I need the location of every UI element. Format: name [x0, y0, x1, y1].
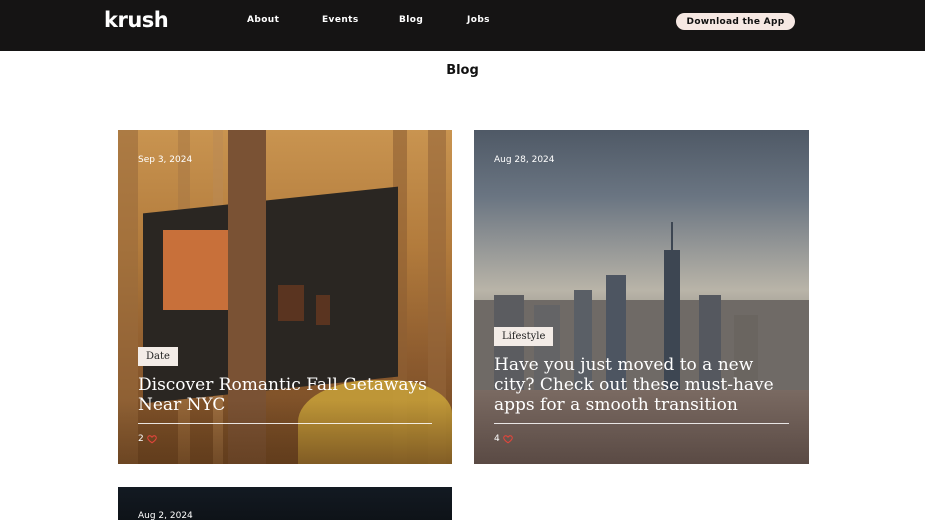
- krush-logo[interactable]: krush: [104, 8, 169, 32]
- post-date: Aug 28, 2024: [494, 155, 555, 165]
- nav-events[interactable]: Events: [322, 15, 359, 25]
- blog-card-new-city-apps[interactable]: Aug 28, 2024 Lifestyle Have you just mov…: [474, 130, 809, 464]
- heart-icon: [146, 435, 157, 444]
- like-count-value: 2: [138, 434, 144, 444]
- download-app-button[interactable]: Download the App: [676, 13, 795, 30]
- heart-icon: [502, 435, 513, 444]
- blog-card-third[interactable]: Aug 2, 2024: [118, 487, 452, 520]
- page-title: Blog: [446, 63, 479, 78]
- nav-blog[interactable]: Blog: [399, 15, 423, 25]
- post-tag[interactable]: Date: [138, 347, 178, 366]
- post-date: Aug 2, 2024: [138, 511, 193, 520]
- post-tag[interactable]: Lifestyle: [494, 327, 554, 346]
- like-count[interactable]: 4: [494, 434, 513, 444]
- top-nav-bar: krush About Events Blog Jobs Download th…: [0, 0, 925, 51]
- post-title[interactable]: Discover Romantic Fall Getaways Near NYC: [138, 375, 438, 415]
- post-date: Sep 3, 2024: [138, 155, 193, 165]
- nav-about[interactable]: About: [247, 15, 279, 25]
- card-divider: [138, 423, 432, 424]
- post-title[interactable]: Have you just moved to a new city? Check…: [494, 355, 794, 415]
- like-count[interactable]: 2: [138, 434, 157, 444]
- card-divider: [494, 423, 789, 424]
- blog-card-fall-getaways[interactable]: Sep 3, 2024 Date Discover Romantic Fall …: [118, 130, 452, 464]
- nav-jobs[interactable]: Jobs: [467, 15, 490, 25]
- like-count-value: 4: [494, 434, 500, 444]
